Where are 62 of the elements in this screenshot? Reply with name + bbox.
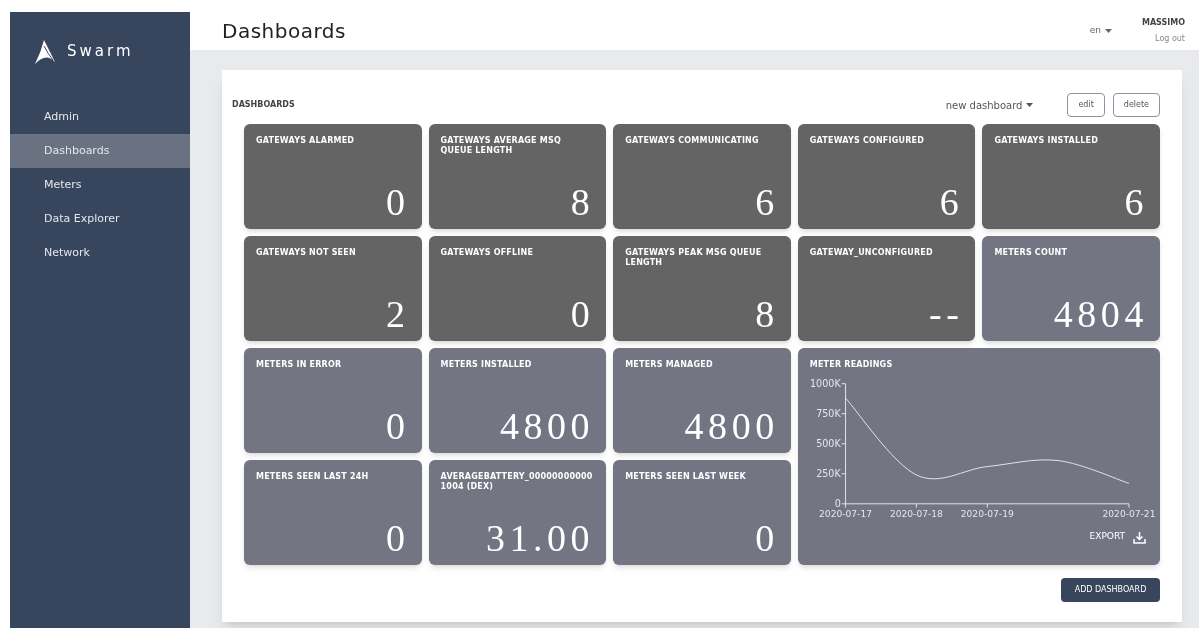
x-tick-label: 2020-07-17	[818, 509, 872, 520]
language-select[interactable]: en	[1089, 24, 1112, 38]
y-tick-label: 750K	[815, 408, 841, 420]
toolbar-button[interactable]: delete	[1112, 93, 1160, 117]
logout-link[interactable]: Log out	[1155, 33, 1185, 45]
tile-title: GATEWAYS ALARMED	[256, 136, 356, 146]
x-tick-label: 2020-07-18	[889, 509, 943, 520]
export-button[interactable]: EXPORT	[1089, 530, 1146, 544]
tile-title: GATEWAYS CONFIGURED	[809, 136, 926, 146]
brand-name: Swarm	[67, 41, 134, 62]
tile-title: METERS IN ERROR	[256, 360, 343, 370]
tile-value: 0	[570, 295, 595, 333]
tile-title: METERS SEEN LAST 24H	[256, 472, 370, 482]
sidebar-item[interactable]: Data Explorer	[10, 202, 190, 236]
sidebar-item[interactable]: Meters	[10, 168, 190, 202]
tile-title: GATEWAYS INSTALLED	[994, 136, 1100, 146]
tile-value: 0	[386, 519, 410, 557]
tile-title: GATEWAYS AVERAGE MSQ QUEUE LENGTH	[440, 136, 562, 156]
tile-value: 6	[1124, 183, 1148, 221]
tile-value: --	[928, 295, 964, 333]
tile-title: METER READINGS	[809, 360, 894, 370]
tile-title: METERS MANAGED	[625, 360, 714, 370]
sidebar-item[interactable]: Dashboards	[10, 134, 190, 168]
tile-title: METERS COUNT	[994, 248, 1069, 258]
tile-value: 8	[570, 183, 595, 221]
caret-icon	[1026, 103, 1034, 107]
tile-value: 0	[386, 183, 410, 221]
tile-value: 0	[755, 519, 779, 557]
y-tick-label: 0	[834, 498, 841, 510]
tile-title: GATEWAYS NOT SEEN	[256, 248, 357, 258]
sidebar-item[interactable]: Admin	[10, 100, 190, 134]
user-name: MASSIMO	[1141, 17, 1185, 29]
tile-title: METERS SEEN LAST WEEK	[625, 472, 747, 482]
y-tick-label: 1000K	[809, 378, 841, 390]
sidebar-item[interactable]: Network	[10, 236, 190, 270]
tile-value: 6	[939, 183, 964, 221]
caret-icon	[1104, 29, 1112, 33]
tile-value: 0	[386, 407, 410, 445]
logo-icon	[33, 40, 55, 64]
tile-title: AVERAGEBATTERY_000000000001004 (DEX)	[440, 472, 594, 492]
download-icon	[1133, 530, 1146, 544]
x-tick-label: 2020-07-21	[1102, 509, 1156, 520]
y-tick-label: 500K	[815, 438, 841, 450]
tile-value: 8	[755, 295, 779, 333]
tile-value: 6	[755, 183, 779, 221]
toolbar-button[interactable]: edit	[1067, 93, 1105, 117]
panel-title: DASHBOARDS	[232, 99, 296, 111]
tile-value: 31.00	[485, 519, 595, 557]
tile-title: GATEWAYS COMMUNICATING	[625, 136, 760, 146]
tile-value: 4800	[499, 407, 595, 445]
tile-title: GATEWAYS OFFLINE	[440, 248, 535, 258]
page-title: Dashboards	[222, 18, 347, 45]
tile-value: 4804	[1053, 295, 1148, 333]
tile-title: GATEWAY_UNCONFIGURED	[809, 248, 934, 258]
y-tick-label: 250K	[815, 468, 841, 480]
tile-title: GATEWAYS PEAK MSG QUEUE LENGTH	[625, 248, 763, 268]
dashboard-select[interactable]: new dashboard	[945, 97, 1034, 113]
tile-value: 4800	[684, 407, 779, 445]
tile-value: 2	[386, 295, 410, 333]
add-dashboard-button[interactable]: ADD DASHBOARD	[1061, 578, 1160, 602]
tile-title: METERS INSTALLED	[440, 360, 533, 370]
x-tick-label: 2020-07-19	[960, 509, 1014, 520]
